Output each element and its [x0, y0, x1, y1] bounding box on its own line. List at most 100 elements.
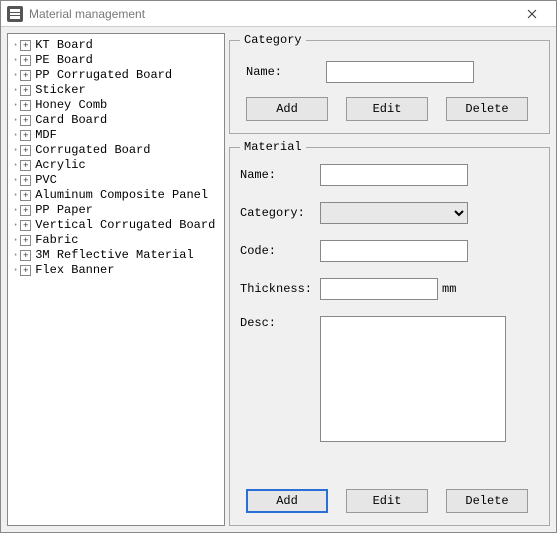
- category-group: Category Name: Add Edit Delete: [229, 33, 550, 134]
- tree-item-label: PP Paper: [35, 203, 93, 218]
- tree-expand-icon[interactable]: +: [20, 40, 31, 51]
- material-name-input[interactable]: [320, 164, 468, 186]
- material-desc-row: Desc:: [240, 316, 539, 442]
- tree-item-label: Fabric: [35, 233, 78, 248]
- app-icon: [7, 6, 23, 22]
- tree-item-label: PVC: [35, 173, 57, 188]
- category-tree[interactable]: ·+KT Board·+PE Board·+PP Corrugated Boar…: [7, 33, 225, 526]
- material-code-label: Code:: [240, 244, 320, 258]
- category-edit-button[interactable]: Edit: [346, 97, 428, 121]
- close-icon: [527, 9, 537, 19]
- material-legend: Material: [240, 140, 306, 154]
- tree-connector: ·: [12, 173, 18, 188]
- tree-expand-icon[interactable]: +: [20, 115, 31, 126]
- tree-connector: ·: [12, 233, 18, 248]
- tree-item-label: PP Corrugated Board: [35, 68, 172, 83]
- material-category-label: Category:: [240, 206, 320, 220]
- tree-expand-icon[interactable]: +: [20, 100, 31, 111]
- category-delete-button[interactable]: Delete: [446, 97, 528, 121]
- right-panel: Category Name: Add Edit Delete Material …: [229, 33, 550, 526]
- material-thickness-input[interactable]: [320, 278, 438, 300]
- category-name-input[interactable]: [326, 61, 474, 83]
- tree-item[interactable]: ·+KT Board: [10, 38, 222, 53]
- titlebar: Material management: [1, 1, 556, 27]
- category-name-label: Name:: [246, 65, 326, 79]
- material-buttons: Add Edit Delete: [240, 489, 539, 513]
- tree-expand-icon[interactable]: +: [20, 265, 31, 276]
- tree-item[interactable]: ·+ Aluminum Composite Panel: [10, 188, 222, 203]
- category-name-row: Name:: [246, 61, 539, 83]
- material-group: Material Name: Category: Code:: [229, 140, 550, 526]
- tree-item[interactable]: ·+ PP Paper: [10, 203, 222, 218]
- material-name-row: Name:: [240, 164, 539, 186]
- tree-expand-icon[interactable]: +: [20, 250, 31, 261]
- material-thickness-row: Thickness: mm: [240, 278, 539, 300]
- tree-connector: ·: [12, 248, 18, 263]
- tree-connector: ·: [12, 203, 18, 218]
- material-code-row: Code:: [240, 240, 539, 262]
- material-code-input[interactable]: [320, 240, 468, 262]
- material-edit-button[interactable]: Edit: [346, 489, 428, 513]
- tree-connector: ·: [12, 128, 18, 143]
- tree-connector: ·: [12, 68, 18, 83]
- tree-item-label: Flex Banner: [35, 263, 114, 278]
- category-buttons: Add Edit Delete: [240, 97, 539, 121]
- tree-item[interactable]: ·+ PP Corrugated Board: [10, 68, 222, 83]
- tree-connector: ·: [12, 188, 18, 203]
- tree-expand-icon[interactable]: +: [20, 205, 31, 216]
- tree-item-label: Sticker: [35, 83, 85, 98]
- window: Material management ·+KT Board·+PE Board…: [0, 0, 557, 533]
- material-name-label: Name:: [240, 168, 320, 182]
- tree-item[interactable]: ·+ Vertical Corrugated Board: [10, 218, 222, 233]
- tree-connector: ·: [12, 98, 18, 113]
- window-title: Material management: [29, 7, 512, 21]
- category-legend: Category: [240, 33, 306, 47]
- material-category-row: Category:: [240, 202, 539, 224]
- body: ·+KT Board·+PE Board·+PP Corrugated Boar…: [1, 27, 556, 532]
- tree-expand-icon[interactable]: +: [20, 160, 31, 171]
- tree-item-label: 3M Reflective Material: [35, 248, 193, 263]
- tree-item[interactable]: ·+Acrylic: [10, 158, 222, 173]
- tree-item[interactable]: ·+ Honey Comb: [10, 98, 222, 113]
- tree-connector: ·: [12, 143, 18, 158]
- tree-item[interactable]: ·+3M Reflective Material: [10, 248, 222, 263]
- material-delete-button[interactable]: Delete: [446, 489, 528, 513]
- tree-expand-icon[interactable]: +: [20, 55, 31, 66]
- tree-item-label: Aluminum Composite Panel: [35, 188, 208, 203]
- tree-item[interactable]: ·+PE Board: [10, 53, 222, 68]
- tree-expand-icon[interactable]: +: [20, 130, 31, 141]
- tree-item[interactable]: ·+ Sticker: [10, 83, 222, 98]
- tree-item[interactable]: ·+ PVC: [10, 173, 222, 188]
- tree-connector: ·: [12, 38, 18, 53]
- tree-connector: ·: [12, 83, 18, 98]
- thickness-unit: mm: [442, 282, 456, 296]
- tree-item-label: Acrylic: [35, 158, 85, 173]
- material-add-button[interactable]: Add: [246, 489, 328, 513]
- tree-expand-icon[interactable]: +: [20, 70, 31, 81]
- material-thickness-label: Thickness:: [240, 282, 320, 296]
- tree-expand-icon[interactable]: +: [20, 190, 31, 201]
- tree-connector: ·: [12, 263, 18, 278]
- tree-expand-icon[interactable]: +: [20, 235, 31, 246]
- tree-item-label: MDF: [35, 128, 57, 143]
- tree-expand-icon[interactable]: +: [20, 85, 31, 96]
- tree-item[interactable]: ·+Card Board: [10, 113, 222, 128]
- close-button[interactable]: [512, 2, 552, 26]
- material-desc-label: Desc:: [240, 316, 320, 330]
- tree-expand-icon[interactable]: +: [20, 145, 31, 156]
- tree-item[interactable]: ·+ Fabric: [10, 233, 222, 248]
- tree-connector: ·: [12, 218, 18, 233]
- material-category-select[interactable]: [320, 202, 468, 224]
- tree-item-label: Corrugated Board: [35, 143, 150, 158]
- tree-item[interactable]: ·+ Flex Banner: [10, 263, 222, 278]
- tree-item-label: Honey Comb: [35, 98, 107, 113]
- tree-item-label: Vertical Corrugated Board: [35, 218, 215, 233]
- tree-expand-icon[interactable]: +: [20, 220, 31, 231]
- tree-item-label: Card Board: [35, 113, 107, 128]
- tree-connector: ·: [12, 53, 18, 68]
- tree-item[interactable]: ·+ MDF: [10, 128, 222, 143]
- material-desc-textarea[interactable]: [320, 316, 506, 442]
- category-add-button[interactable]: Add: [246, 97, 328, 121]
- tree-item[interactable]: ·+ Corrugated Board: [10, 143, 222, 158]
- tree-expand-icon[interactable]: +: [20, 175, 31, 186]
